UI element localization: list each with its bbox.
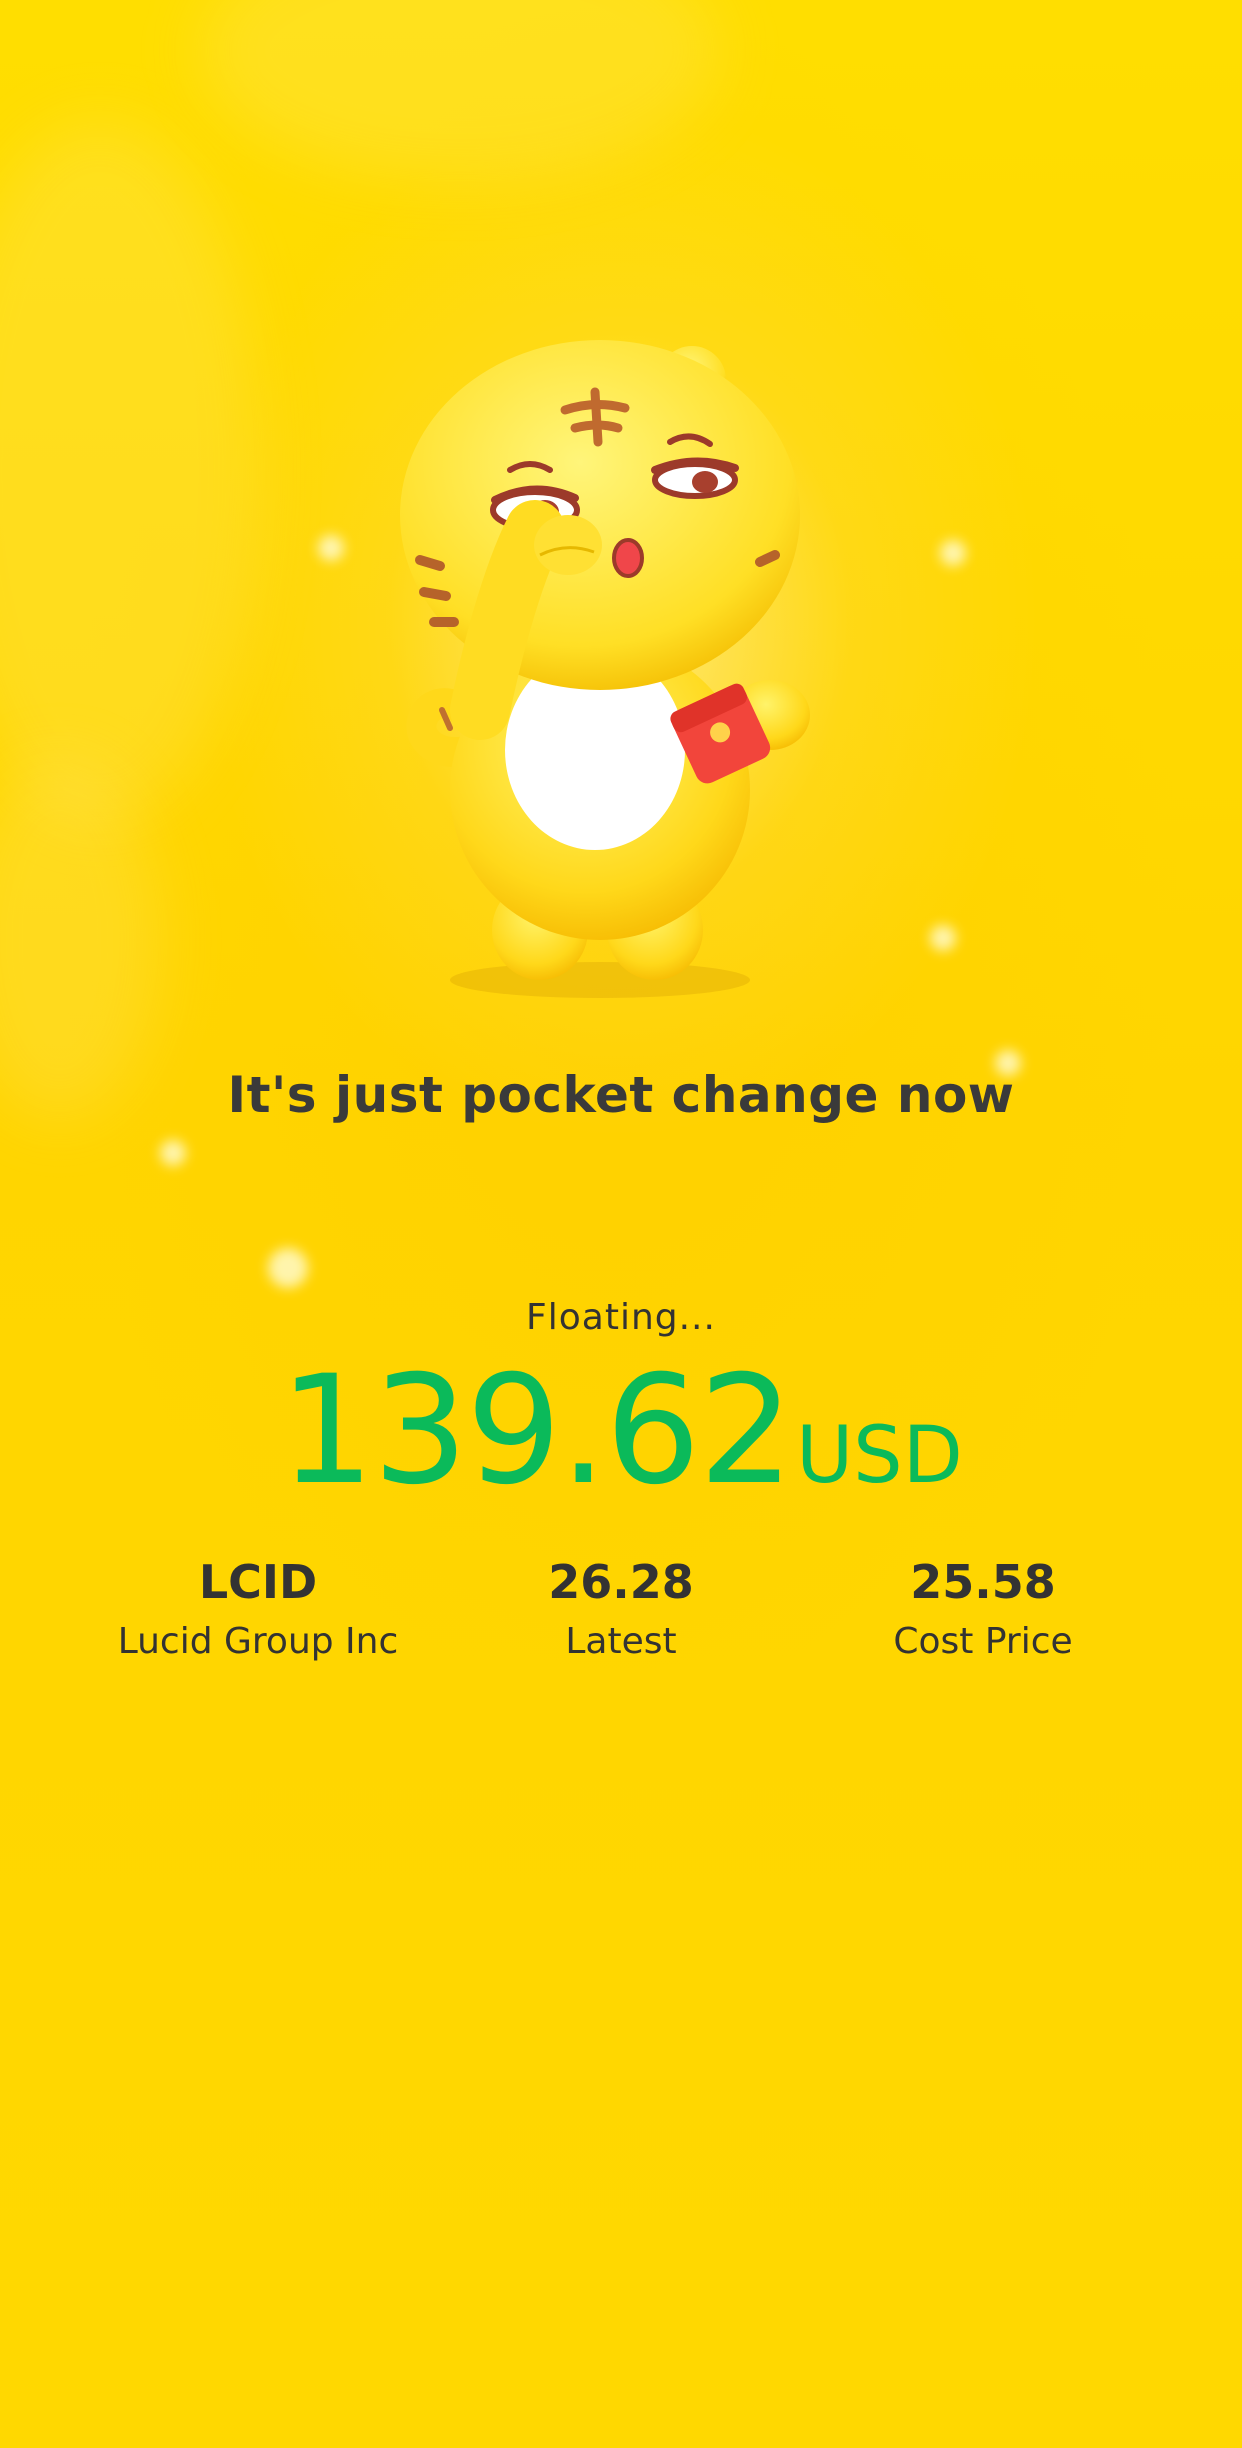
stat-ticker: LCID Lucid Group Inc: [58, 1552, 458, 1670]
stat-latest-label: Latest: [565, 1621, 677, 1662]
headline-text: It's just pocket change now: [227, 1066, 1015, 1124]
sparkle-decoration: [940, 540, 966, 566]
stat-latest: 26.28 Latest: [421, 1552, 821, 1670]
tiger-mascot-icon: [400, 340, 810, 998]
sparkle-decoration: [318, 535, 344, 561]
stat-cost-price-value: 25.58: [910, 1555, 1056, 1609]
floating-amount: 139.62USD: [0, 1356, 1242, 1506]
floating-label: Floating...: [526, 1297, 716, 1338]
sparkle-decoration: [268, 1248, 308, 1288]
background-smoke: [200, 0, 720, 180]
background-smoke: [0, 120, 260, 820]
stat-cost-price: 25.58 Cost Price: [783, 1552, 1183, 1670]
amount-value: 139.62: [279, 1344, 794, 1518]
stat-ticker-label: Lucid Group Inc: [117, 1621, 399, 1662]
stat-ticker-value: LCID: [198, 1555, 318, 1609]
sparkle-decoration: [160, 1140, 186, 1166]
stock-stats: LCID Lucid Group Inc 26.28 Latest 25.58 …: [0, 1552, 1242, 1672]
amount-currency: USD: [796, 1411, 963, 1501]
stat-cost-price-label: Cost Price: [893, 1621, 1073, 1662]
pocket-change-screen: It's just pocket change now Floating... …: [0, 0, 1242, 2448]
stat-latest-value: 26.28: [548, 1555, 694, 1609]
sparkle-decoration: [930, 925, 956, 951]
